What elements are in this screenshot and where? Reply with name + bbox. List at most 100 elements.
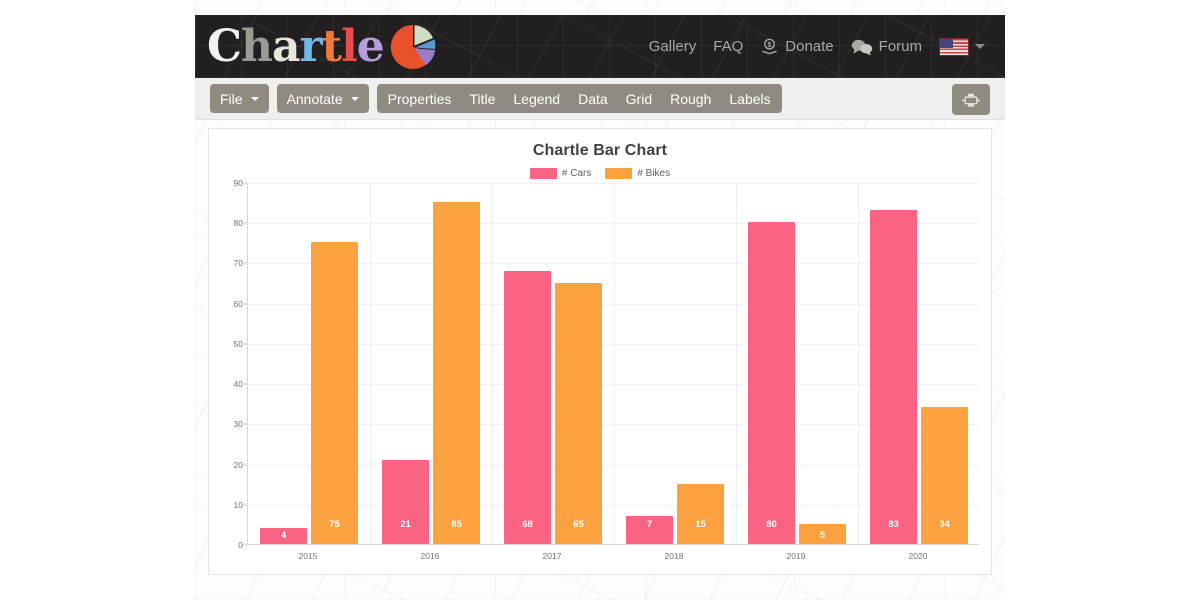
bar-value-label: 4 [280, 530, 287, 541]
bar-cars[interactable]: 4 [260, 527, 307, 544]
nav-label-faq: FAQ [713, 38, 744, 55]
pie-chart-logo-icon [390, 24, 436, 69]
legend-label-cars: # Cars [561, 168, 592, 179]
y-tick-label: 0 [238, 540, 243, 550]
logo-wordmark: Chartle [207, 21, 385, 72]
forum-icon [851, 39, 872, 55]
toolbar-item-title[interactable]: Title [460, 84, 504, 113]
legend-item-bikes[interactable]: # Bikes [605, 168, 670, 179]
chart-title: Chartle Bar Chart [532, 142, 668, 159]
legend-label-bikes: # Bikes [637, 168, 671, 179]
bar-value-label: 80 [766, 519, 777, 530]
bar-value-label: 68 [522, 519, 533, 530]
bar-cars[interactable]: 83 [870, 210, 917, 544]
bar-group[interactable]: 83 34 [858, 183, 980, 544]
nav-label-donate: Donate [785, 38, 834, 55]
annotate-menu-label: Annotate [286, 90, 343, 107]
logo-letter-4: t [321, 21, 342, 72]
plot-area-wrapper: 0 10 20 30 40 50 60 70 80 90 4 75 21 85 68 65 7 15 80 5 83 3… [223, 178, 979, 563]
y-tick-label: 70 [233, 258, 243, 269]
toolbar-item-properties[interactable]: Properties [379, 84, 461, 113]
y-axis: 0 10 20 30 40 50 60 70 80 90 [223, 178, 247, 550]
bar-value-label: 34 [939, 519, 950, 530]
bar-group[interactable]: 7 15 [614, 183, 736, 544]
chevron-down-icon [250, 96, 259, 101]
print-button[interactable] [952, 84, 990, 115]
editor-toolbar: File Annotate Properties Title Legend Da… [195, 78, 1005, 120]
print-icon [962, 93, 980, 107]
bar-value-label: 75 [329, 519, 340, 530]
plot-area[interactable]: 4 75 21 85 68 65 7 15 80 5 83 34 [247, 183, 979, 545]
chart-options-group: Properties Title Legend Data Grid Rough … [376, 84, 782, 113]
chevron-down-icon [350, 96, 359, 101]
x-tick-label: 2016 [420, 551, 440, 561]
us-flag-icon [939, 37, 969, 56]
app-window: Chartle Gallery FAQ $ Donate Forum File … [0, 0, 1200, 600]
chart-legend[interactable]: # Cars # Bikes [209, 168, 991, 179]
nav-link-gallery[interactable]: Gallery [649, 38, 697, 55]
bar-value-label: 85 [451, 519, 462, 530]
bar-cars[interactable]: 7 [626, 515, 673, 544]
bar-value-label: 15 [695, 519, 706, 530]
chevron-down-icon [975, 44, 985, 49]
x-axis: 2015 2016 2017 2018 2019 2020 [247, 547, 979, 563]
y-tick-label: 30 [233, 419, 243, 430]
bar-bikes[interactable]: 15 [677, 483, 724, 544]
language-selector[interactable] [939, 37, 985, 56]
legend-swatch-cars [529, 168, 557, 179]
nav-link-forum[interactable]: Forum [851, 38, 922, 56]
top-navigation: Gallery FAQ $ Donate Forum [649, 15, 985, 78]
legend-item-cars[interactable]: # Cars [529, 168, 592, 179]
toolbar-item-data[interactable]: Data [569, 84, 617, 113]
toolbar-item-grid[interactable]: Grid [617, 84, 661, 113]
logo-letter-3: r [299, 21, 323, 72]
bar-bikes[interactable]: 85 [433, 202, 480, 544]
chart-canvas-card[interactable]: Chartle Bar Chart # Cars # Bikes 0 10 20 30… [208, 128, 992, 575]
bar-bikes[interactable]: 34 [921, 407, 968, 544]
y-tick-label: 90 [233, 178, 243, 188]
logo-letter-2: a [272, 21, 300, 72]
file-menu-label: File [220, 90, 243, 107]
x-tick-label: 2017 [542, 551, 562, 561]
toolbar-item-rough[interactable]: Rough [661, 84, 720, 113]
bar-value-label: 7 [646, 519, 653, 530]
toolbar-menu-group: File Annotate Properties Title Legend Da… [210, 84, 782, 113]
nav-label-gallery: Gallery [648, 38, 697, 55]
bar-value-label: 83 [888, 519, 899, 530]
bar-cars[interactable]: 80 [748, 222, 795, 544]
nav-label-forum: Forum [878, 38, 922, 55]
bar-group[interactable]: 80 5 [736, 183, 858, 544]
x-tick-label: 2015 [298, 551, 318, 561]
y-tick-label: 60 [233, 298, 243, 309]
x-tick-label: 2018 [664, 551, 684, 561]
bar-group[interactable]: 21 85 [370, 183, 492, 544]
y-tick-label: 40 [233, 379, 243, 390]
nav-link-donate[interactable]: $ Donate [760, 37, 834, 56]
svg-text:$: $ [768, 41, 772, 49]
logo-letter-1: h [241, 21, 273, 72]
bar-bikes[interactable]: 5 [799, 523, 846, 544]
y-tick-label: 80 [233, 218, 243, 229]
toolbar-item-legend[interactable]: Legend [504, 84, 569, 113]
y-tick-label: 10 [233, 499, 243, 510]
logo-letter-0: C [207, 21, 242, 72]
site-logo[interactable]: Chartle [207, 19, 438, 75]
bar-cars[interactable]: 68 [504, 270, 551, 544]
file-menu-button[interactable]: File [210, 84, 269, 113]
toolbar-item-labels[interactable]: Labels [720, 84, 779, 113]
bar-group[interactable]: 4 75 [248, 183, 370, 544]
bar-bikes[interactable]: 75 [311, 242, 358, 544]
bar-value-label: 21 [400, 519, 411, 530]
bar-value-label: 65 [573, 519, 584, 530]
bar-cars[interactable]: 21 [382, 459, 429, 544]
logo-letter-5: l [341, 21, 358, 72]
x-tick-label: 2019 [786, 551, 806, 561]
bar-bikes[interactable]: 65 [555, 282, 602, 544]
annotate-menu-button[interactable]: Annotate [276, 84, 369, 113]
donate-icon: $ [762, 38, 777, 55]
logo-letter-6: e [356, 21, 385, 72]
bar-value-label: 5 [819, 530, 826, 541]
bar-group[interactable]: 68 65 [492, 183, 614, 544]
nav-link-faq[interactable]: FAQ [713, 38, 743, 55]
x-tick-label: 2020 [908, 551, 928, 561]
